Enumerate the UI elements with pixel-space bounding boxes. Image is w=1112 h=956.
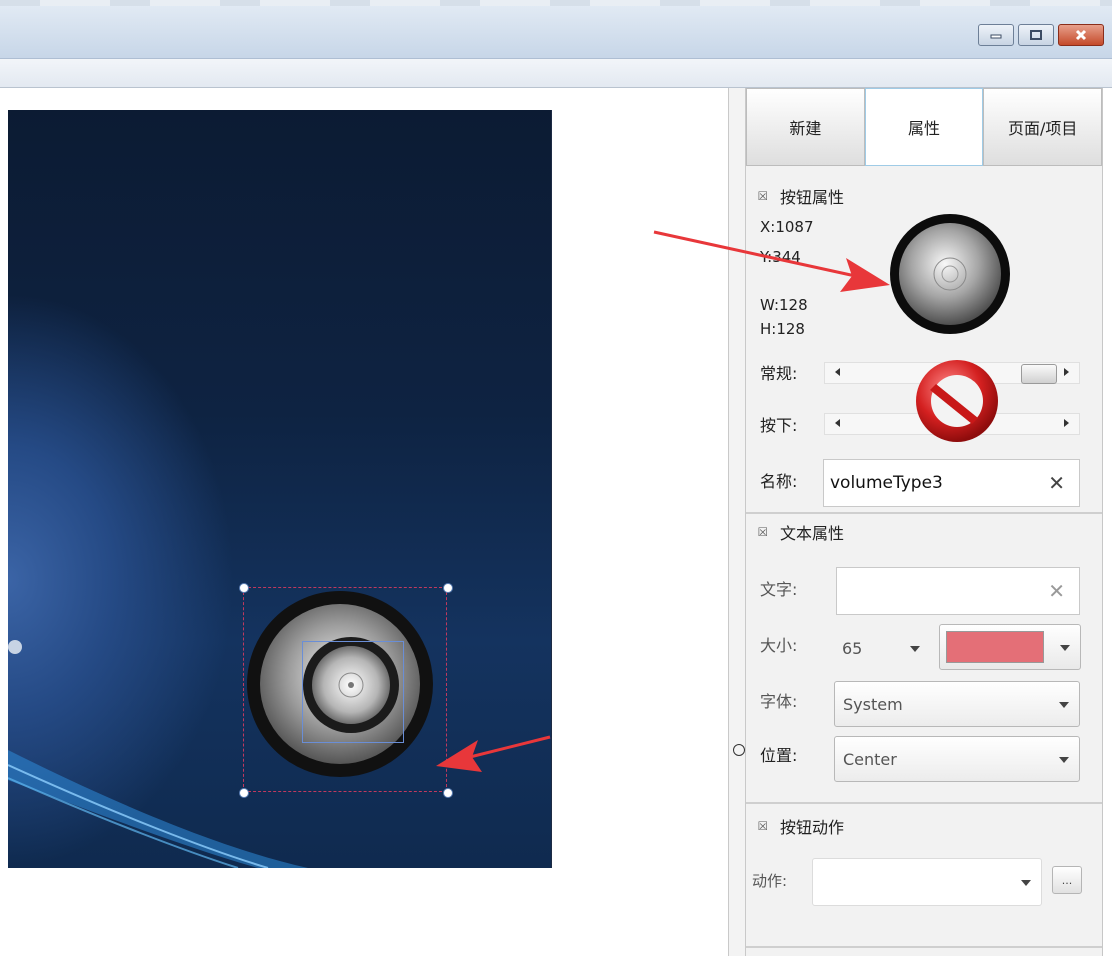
- dropdown-caret-icon: [910, 646, 920, 652]
- minimize-icon: [990, 34, 1002, 39]
- font-size-value: 65: [842, 638, 863, 658]
- close-icon: [1075, 29, 1087, 41]
- section-title: 按钮属性: [780, 188, 845, 207]
- pressed-image-label: 按下:: [760, 416, 798, 435]
- section-divider: [746, 802, 1102, 804]
- action-select[interactable]: [812, 858, 1042, 906]
- tab-page-project[interactable]: 页面/项目: [983, 88, 1103, 166]
- minimize-button[interactable]: [978, 24, 1014, 46]
- text-position-select[interactable]: Center: [834, 736, 1080, 782]
- resize-handle-bottom-right[interactable]: [443, 788, 453, 798]
- section-text-properties[interactable]: ⮽ 文本属性: [746, 516, 1102, 548]
- scroll-left-icon[interactable]: [835, 368, 840, 376]
- dropdown-caret-icon: [1021, 880, 1031, 886]
- font-label: 字体:: [760, 692, 798, 711]
- knob-preview-image: [890, 214, 1010, 334]
- clear-icon[interactable]: ✕: [1048, 579, 1065, 603]
- font-family-value: System: [843, 694, 903, 714]
- name-input[interactable]: volumeType3 ✕: [823, 459, 1080, 507]
- section-title: 文本属性: [780, 524, 845, 543]
- section-title: 按钮动作: [780, 818, 845, 837]
- section-divider: [746, 946, 1102, 948]
- panel-tabs: 新建 属性 页面/项目: [746, 88, 1103, 166]
- section-button-action[interactable]: ⮽ 按钮动作: [746, 810, 1102, 842]
- clear-icon[interactable]: ✕: [1048, 471, 1065, 495]
- font-family-select[interactable]: System: [834, 681, 1080, 727]
- inner-selection-bounds: [302, 641, 404, 743]
- w-readout: W:128: [760, 296, 808, 314]
- collapse-chevron-icon[interactable]: ⮽: [758, 189, 780, 204]
- properties-panel: 新建 属性 页面/项目 ⮽ 按钮属性 X:1087 Y:344 W:128 H:…: [746, 88, 1103, 956]
- toolbar: [0, 59, 1112, 88]
- tab-properties[interactable]: 属性: [864, 88, 984, 166]
- splitter-grip-icon[interactable]: [733, 744, 745, 756]
- normal-image-label: 常规:: [760, 364, 798, 383]
- dropdown-caret-icon: [1059, 757, 1069, 763]
- window-titlebar: [0, 0, 1112, 59]
- color-swatch: [946, 631, 1044, 663]
- section-button-properties[interactable]: ⮽ 按钮属性: [746, 180, 1102, 212]
- y-readout: Y:344: [760, 248, 801, 266]
- action-label: 动作:: [752, 872, 788, 890]
- text-label: 文字:: [760, 580, 798, 599]
- resize-handle-top-left[interactable]: [239, 583, 249, 593]
- text-color-picker[interactable]: [939, 624, 1081, 670]
- not-allowed-cursor-icon: [916, 360, 998, 442]
- position-label: 位置:: [760, 746, 798, 765]
- text-position-value: Center: [843, 749, 897, 769]
- resize-handle-bottom-left[interactable]: [239, 788, 249, 798]
- browse-action-button[interactable]: ...: [1052, 866, 1082, 894]
- slider-thumb[interactable]: [1021, 364, 1057, 384]
- font-size-select[interactable]: 65: [834, 628, 930, 668]
- name-label: 名称:: [760, 472, 798, 491]
- resize-handle-top-right[interactable]: [443, 583, 453, 593]
- maximize-button[interactable]: [1018, 24, 1054, 46]
- panel-splitter[interactable]: [728, 88, 746, 956]
- h-readout: H:128: [760, 320, 805, 338]
- text-input[interactable]: ✕: [836, 567, 1080, 615]
- scroll-right-icon[interactable]: [1064, 419, 1069, 427]
- dropdown-caret-icon: [1059, 702, 1069, 708]
- collapse-chevron-icon[interactable]: ⮽: [758, 525, 780, 540]
- scroll-right-icon[interactable]: [1064, 368, 1069, 376]
- tab-new[interactable]: 新建: [746, 88, 865, 166]
- dropdown-caret-icon: [1060, 645, 1070, 651]
- maximize-icon: [1030, 30, 1042, 40]
- close-button[interactable]: [1058, 24, 1104, 46]
- window-controls: [978, 24, 1104, 46]
- size-label: 大小:: [760, 636, 798, 655]
- name-input-value: volumeType3: [830, 473, 943, 493]
- collapse-chevron-icon[interactable]: ⮽: [758, 819, 780, 834]
- titlebar-ghost-strip: [0, 0, 1112, 6]
- section-divider: [746, 512, 1102, 514]
- x-readout: X:1087: [760, 218, 814, 236]
- scroll-left-icon[interactable]: [835, 419, 840, 427]
